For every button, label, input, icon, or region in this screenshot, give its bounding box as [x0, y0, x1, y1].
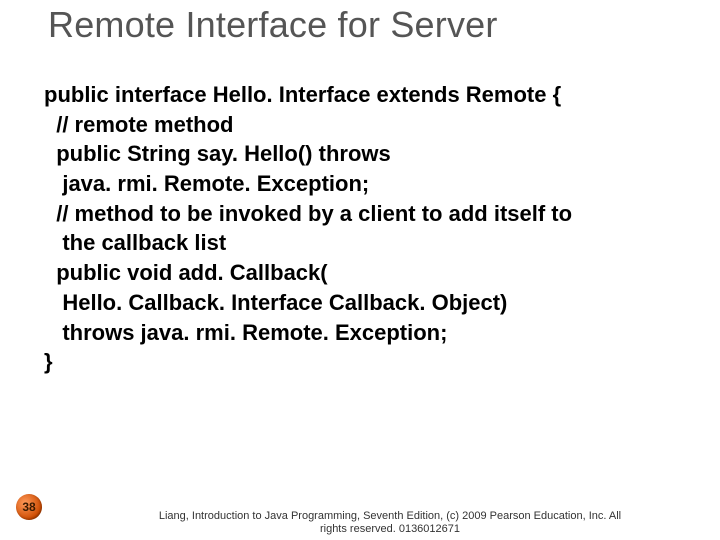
footer-line: rights reserved. 0136012671 [120, 523, 660, 536]
code-line: public void add. Callback( [44, 258, 680, 288]
slide-title: Remote Interface for Server [48, 4, 498, 46]
code-line: Hello. Callback. Interface Callback. Obj… [44, 288, 680, 318]
code-line: // method to be invoked by a client to a… [44, 199, 680, 229]
code-line: } [44, 347, 680, 377]
code-line: public String say. Hello() throws [44, 139, 680, 169]
footer-citation: Liang, Introduction to Java Programming,… [120, 510, 660, 536]
code-block: public interface Hello. Interface extend… [44, 80, 680, 377]
code-line: throws java. rmi. Remote. Exception; [44, 318, 680, 348]
footer-line: Liang, Introduction to Java Programming,… [120, 510, 660, 523]
code-line: // remote method [44, 110, 680, 140]
code-line: public interface Hello. Interface extend… [44, 80, 680, 110]
page-number-badge: 38 [16, 494, 42, 520]
page-number: 38 [22, 500, 35, 514]
code-line: java. rmi. Remote. Exception; [44, 169, 680, 199]
code-line: the callback list [44, 228, 680, 258]
slide: Remote Interface for Server public inter… [0, 0, 720, 540]
